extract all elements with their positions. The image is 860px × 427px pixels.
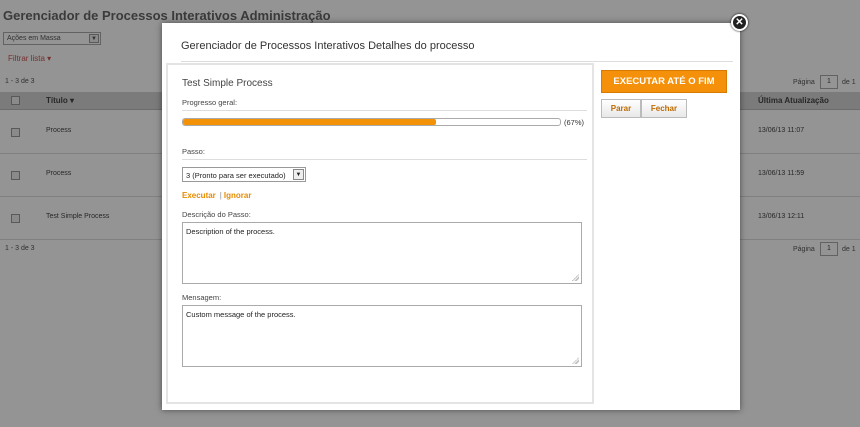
resize-grip-icon[interactable] [572,274,579,281]
step-select[interactable]: 3 (Pronto para ser executado) ▼ [182,167,306,182]
dialog-title: Gerenciador de Processos Interativos Det… [181,40,475,52]
process-panel: Test Simple Process Progresso geral: (67… [166,63,594,404]
close-icon[interactable]: ✕ [731,14,748,31]
message-label: Mensagem: [182,293,222,302]
progress-divider [182,110,587,111]
description-text: Description of the process. [186,227,275,236]
step-label: Passo: [182,147,205,156]
step-select-value: 3 (Pronto para ser executado) [186,171,286,180]
progress-fill [183,119,436,125]
ignore-link[interactable]: Ignorar [224,191,252,200]
message-text: Custom message of the process. [186,310,296,319]
description-textarea[interactable]: Description of the process. [182,222,582,284]
step-actions: Executar | Ignorar [182,191,251,200]
progress-bar [182,118,561,126]
execute-link[interactable]: Executar [182,191,216,200]
step-divider [182,159,587,160]
stop-button[interactable]: Parar [601,99,641,118]
run-to-end-button[interactable]: EXECUTAR ATÉ O FIM [601,70,727,93]
progress-label: Progresso geral: [182,98,238,107]
chevron-down-icon: ▼ [293,169,304,180]
description-label: Descrição do Passo: [182,210,251,219]
process-name: Test Simple Process [182,78,273,89]
progress-percent: (67%) [564,118,585,127]
process-details-dialog: Gerenciador de Processos Interativos Det… [162,14,748,410]
link-separator: | [219,191,222,200]
title-divider [181,61,733,62]
resize-grip-icon[interactable] [572,357,579,364]
close-button[interactable]: Fechar [641,99,687,118]
message-textarea[interactable]: Custom message of the process. [182,305,582,367]
